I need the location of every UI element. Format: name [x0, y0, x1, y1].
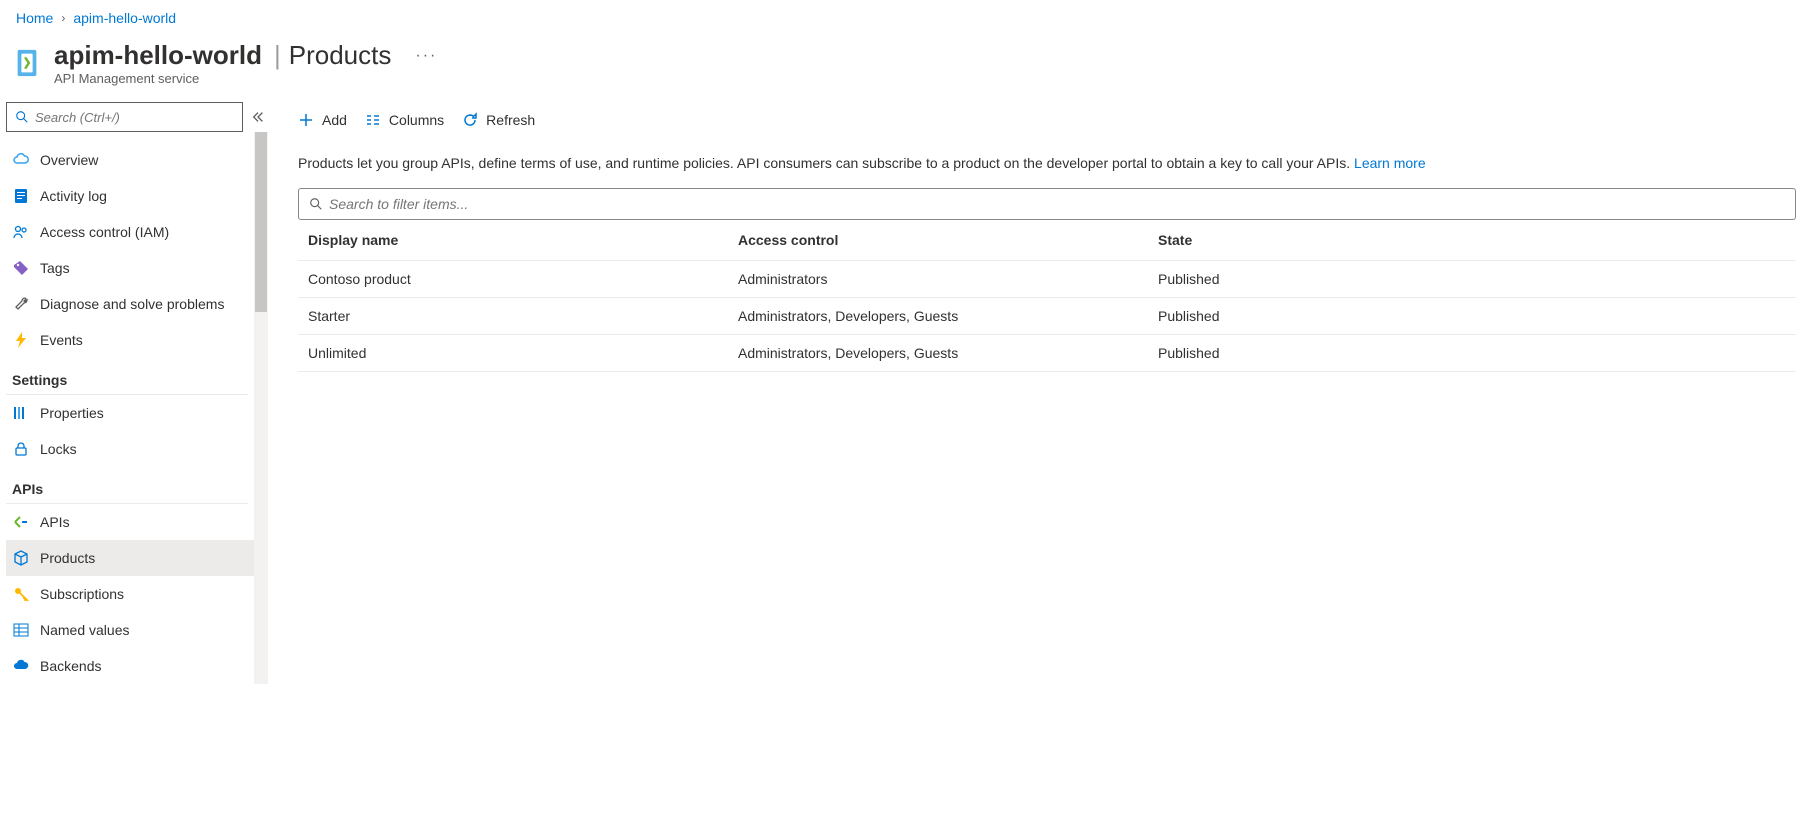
service-type-label: API Management service [54, 71, 437, 86]
sidebar-item-label: Properties [40, 405, 104, 421]
sidebar-item-apis[interactable]: APIs [6, 504, 254, 540]
sidebar-item-label: Locks [40, 441, 77, 457]
sidebar-group-settings: Settings [6, 358, 248, 395]
people-icon [12, 223, 30, 241]
properties-icon [12, 404, 30, 422]
title-separator: | [274, 40, 281, 71]
wrench-icon [12, 295, 30, 313]
add-button-label: Add [322, 112, 347, 128]
api-icon [12, 513, 30, 531]
service-icon [10, 46, 44, 80]
sidebar-item-label: Tags [40, 260, 70, 276]
sidebar-item-subscriptions[interactable]: Subscriptions [6, 576, 254, 612]
sidebar-item-label: Products [40, 550, 95, 566]
column-state[interactable]: State [1148, 220, 1796, 261]
sidebar-item-diagnose[interactable]: Diagnose and solve problems [6, 286, 254, 322]
sidebar-item-tags[interactable]: Tags [6, 250, 254, 286]
sidebar-item-label: Backends [40, 658, 101, 674]
columns-icon [365, 112, 381, 128]
filter-input[interactable] [329, 196, 1785, 212]
table-row[interactable]: Starter Administrators, Developers, Gues… [298, 297, 1796, 334]
filter-box[interactable] [298, 188, 1796, 220]
refresh-button[interactable]: Refresh [462, 112, 535, 128]
tag-icon [12, 259, 30, 277]
search-icon [15, 110, 29, 124]
cloud-backend-icon [12, 657, 30, 675]
learn-more-link[interactable]: Learn more [1354, 155, 1426, 171]
breadcrumb-resource[interactable]: apim-hello-world [73, 10, 176, 26]
sidebar-item-backends[interactable]: Backends [6, 648, 254, 684]
sidebar-search[interactable] [6, 102, 243, 132]
table-row[interactable]: Unlimited Administrators, Developers, Gu… [298, 334, 1796, 371]
sidebar-item-label: Diagnose and solve problems [40, 296, 224, 312]
table-header-row: Display name Access control State [298, 220, 1796, 261]
cell-display-name: Contoso product [298, 260, 728, 297]
lock-icon [12, 440, 30, 458]
page-title-name: apim-hello-world [54, 40, 262, 71]
sidebar-item-label: Overview [40, 152, 98, 168]
cloud-icon [12, 151, 30, 169]
sidebar-scrollbar[interactable] [254, 132, 268, 684]
sidebar-item-properties[interactable]: Properties [6, 395, 254, 431]
sidebar-item-locks[interactable]: Locks [6, 431, 254, 467]
sidebar-item-products[interactable]: Products [6, 540, 254, 576]
cell-display-name: Starter [298, 297, 728, 334]
refresh-icon [462, 112, 478, 128]
cell-display-name: Unlimited [298, 334, 728, 371]
toolbar: Add Columns Refresh [298, 98, 1796, 142]
scrollbar-thumb[interactable] [255, 132, 267, 312]
cell-state: Published [1148, 260, 1796, 297]
chevron-double-left-icon [251, 110, 265, 124]
add-button[interactable]: Add [298, 112, 347, 128]
cell-state: Published [1148, 334, 1796, 371]
key-icon [12, 585, 30, 603]
cell-state: Published [1148, 297, 1796, 334]
sidebar-search-input[interactable] [35, 110, 234, 125]
log-icon [12, 187, 30, 205]
page-title-section: Products [289, 40, 392, 71]
search-icon [309, 197, 323, 211]
sidebar-item-label: APIs [40, 514, 70, 530]
sidebar-group-apis: APIs [6, 467, 248, 504]
more-actions-button[interactable]: ··· [415, 47, 437, 65]
main-content: Add Columns Refresh Products let you gro… [274, 98, 1796, 694]
cell-access-control: Administrators, Developers, Guests [728, 334, 1148, 371]
sidebar-item-label: Access control (IAM) [40, 224, 169, 240]
breadcrumb-home[interactable]: Home [16, 10, 53, 26]
sidebar-item-label: Activity log [40, 188, 107, 204]
cell-access-control: Administrators, Developers, Guests [728, 297, 1148, 334]
products-table: Display name Access control State Contos… [298, 220, 1796, 372]
sidebar-item-overview[interactable]: Overview [6, 142, 254, 178]
sidebar-item-label: Subscriptions [40, 586, 124, 602]
collapse-sidebar-button[interactable] [249, 103, 268, 131]
columns-button[interactable]: Columns [365, 112, 444, 128]
cell-access-control: Administrators [728, 260, 1148, 297]
sidebar-item-access-control[interactable]: Access control (IAM) [6, 214, 254, 250]
table-row[interactable]: Contoso product Administrators Published [298, 260, 1796, 297]
sidebar: Overview Activity log Access control (IA… [0, 98, 274, 694]
sidebar-item-label: Named values [40, 622, 130, 638]
plus-icon [298, 112, 314, 128]
grid-icon [12, 621, 30, 639]
page-header: apim-hello-world | Products ··· API Mana… [0, 36, 1796, 98]
breadcrumb: Home › apim-hello-world [0, 0, 1796, 36]
sidebar-item-named-values[interactable]: Named values [6, 612, 254, 648]
column-display-name[interactable]: Display name [298, 220, 728, 261]
sidebar-item-label: Events [40, 332, 83, 348]
chevron-right-icon: › [61, 11, 65, 25]
page-description: Products let you group APIs, define term… [298, 142, 1796, 188]
description-text: Products let you group APIs, define term… [298, 155, 1354, 171]
refresh-button-label: Refresh [486, 112, 535, 128]
sidebar-item-events[interactable]: Events [6, 322, 254, 358]
sidebar-item-activity-log[interactable]: Activity log [6, 178, 254, 214]
columns-button-label: Columns [389, 112, 444, 128]
box-icon [12, 549, 30, 567]
column-access-control[interactable]: Access control [728, 220, 1148, 261]
lightning-icon [12, 331, 30, 349]
